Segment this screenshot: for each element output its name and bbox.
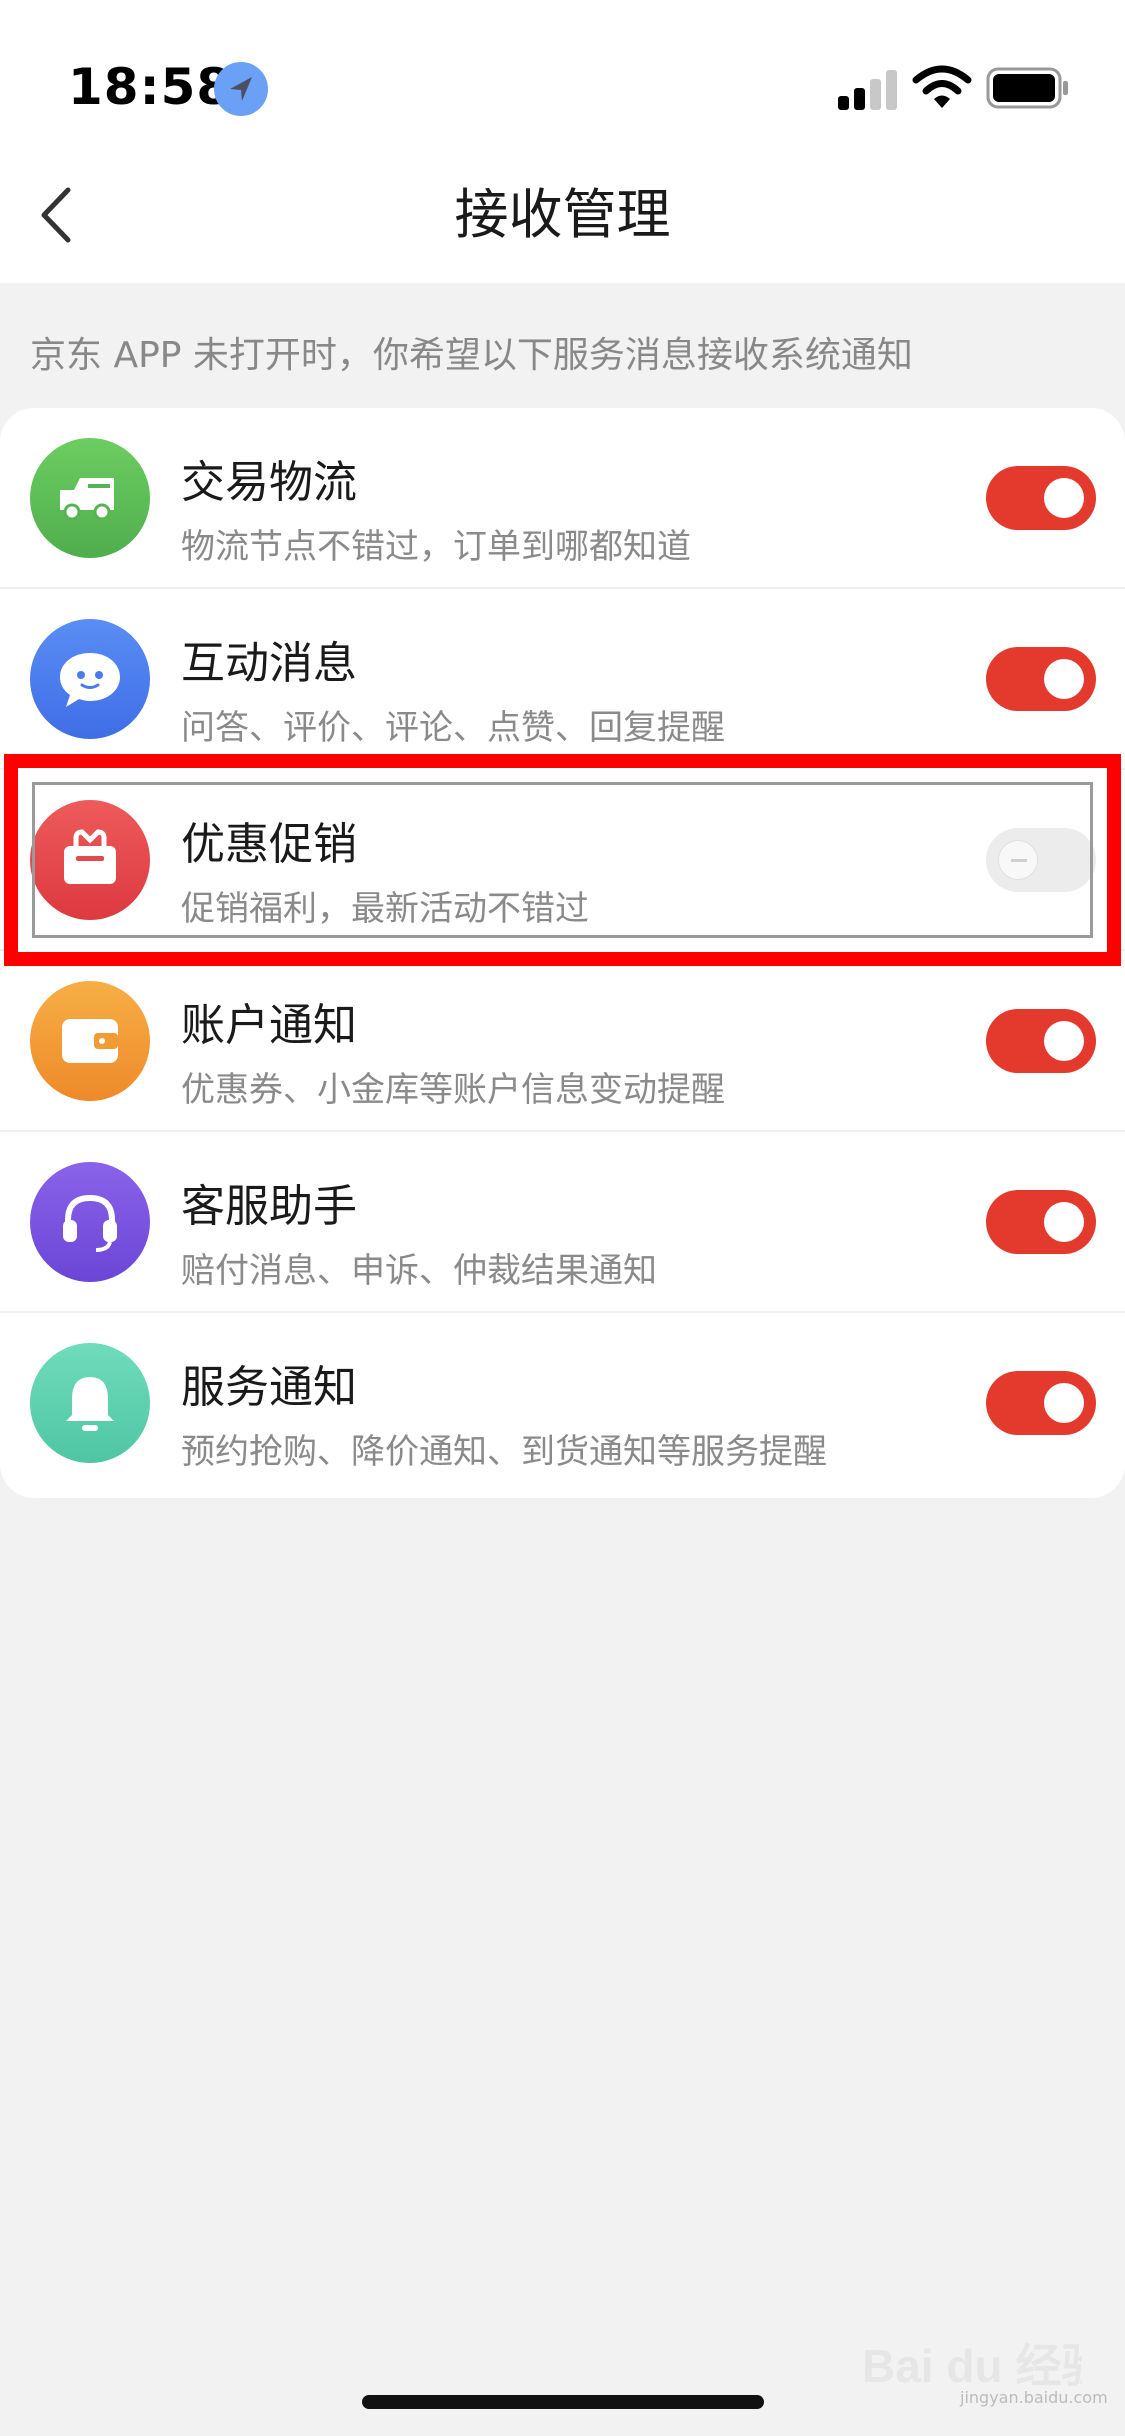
wifi-icon [912, 62, 972, 112]
wallet-icon [30, 981, 150, 1101]
location-arrow-icon [214, 62, 268, 116]
status-bar: 18:58 [0, 0, 1125, 150]
header-area: 18:58 接收管理 [0, 0, 1125, 283]
setting-subtitle: 问答、评价、评论、点赞、回复提醒 [181, 708, 725, 748]
setting-subtitle: 赔付消息、申诉、仲裁结果通知 [181, 1251, 657, 1291]
setting-subtitle: 预约抢购、降价通知、到货通知等服务提醒 [181, 1432, 827, 1472]
chat-bubble-icon [30, 619, 150, 739]
headset-icon [30, 1162, 150, 1282]
watermark-url: jingyan.baidu.com [960, 2388, 1108, 2407]
setting-title: 服务通知 [181, 1362, 357, 1413]
setting-title: 账户通知 [181, 1000, 357, 1051]
page-title: 接收管理 [454, 183, 671, 246]
toggle-customer-service[interactable] [986, 1190, 1096, 1254]
toggle-interaction[interactable] [986, 647, 1096, 711]
toggle-trade-logistics[interactable] [986, 466, 1096, 530]
toggle-account[interactable] [986, 1009, 1096, 1073]
setting-row-customer-service[interactable]: 客服助手 赔付消息、申诉、仲裁结果通知 [0, 1132, 1125, 1313]
setting-subtitle: 物流节点不错过，订单到哪都知道 [181, 527, 691, 567]
status-time: 18:58 [68, 58, 233, 116]
setting-title: 客服助手 [181, 1181, 357, 1232]
setting-subtitle: 优惠券、小金库等账户信息变动提醒 [181, 1070, 725, 1110]
home-indicator[interactable] [362, 2395, 764, 2409]
cellular-signal-icon [838, 68, 898, 110]
setting-row-interaction[interactable]: 互动消息 问答、评价、评论、点赞、回复提醒 [0, 589, 1125, 770]
setting-row-account[interactable]: 账户通知 优惠券、小金库等账户信息变动提醒 [0, 951, 1125, 1132]
battery-icon [986, 66, 1070, 110]
delivery-truck-icon [30, 438, 150, 558]
highlight-box [4, 754, 1121, 966]
setting-title: 互动消息 [181, 638, 357, 689]
watermark-brand: Bai du 经验 [862, 2340, 1082, 2392]
toggle-service[interactable] [986, 1371, 1096, 1435]
bell-icon [30, 1343, 150, 1463]
setting-title: 交易物流 [181, 457, 357, 508]
setting-row-trade-logistics[interactable]: 交易物流 物流节点不错过，订单到哪都知道 [0, 408, 1125, 589]
setting-row-service[interactable]: 服务通知 预约抢购、降价通知、到货通知等服务提醒 [0, 1313, 1125, 1494]
notification-hint: 京东 APP 未打开时，你希望以下服务消息接收系统通知 [30, 335, 913, 376]
